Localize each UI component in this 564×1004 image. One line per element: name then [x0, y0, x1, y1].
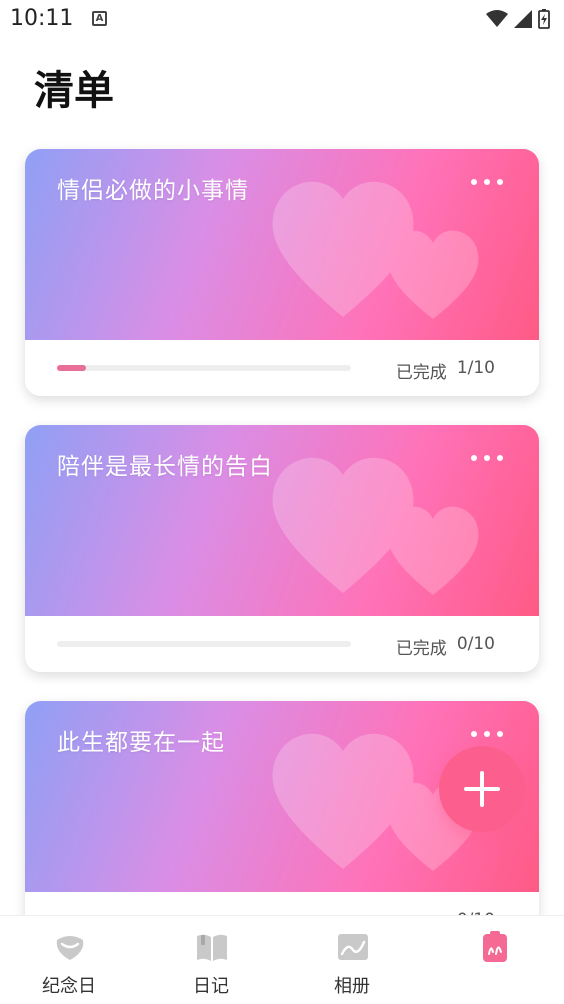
more-options-button[interactable] [471, 731, 503, 737]
add-list-button[interactable] [439, 746, 525, 832]
progress-text: 已完成 1/10 [396, 358, 495, 383]
card-title: 情侣必做的小事情 [57, 178, 249, 204]
dot-icon [484, 731, 490, 737]
nav-item-anniversary[interactable]: 纪念日 [19, 916, 119, 1004]
dot-icon [471, 731, 477, 737]
dot-icon [497, 455, 503, 461]
album-icon [338, 934, 368, 960]
progress-bar [57, 641, 351, 647]
dot-icon [471, 455, 477, 461]
screen: 10:11 A 清单 情侣必做的小事情 已完成 1/10 陪伴是最长情的告白 已… [0, 0, 564, 1004]
dot-icon [497, 179, 503, 185]
notification-icon: A [92, 11, 107, 26]
diary-icon [197, 934, 227, 961]
status-bar: 10:11 A [0, 0, 564, 40]
status-icons [486, 9, 550, 29]
nav-item-diary[interactable]: 日记 [161, 916, 261, 1004]
plus-icon [464, 771, 500, 807]
card-banner: 情侣必做的小事情 [25, 149, 539, 340]
nav-label: 日记 [193, 976, 229, 997]
progress-fill [57, 365, 87, 371]
bottom-nav: 纪念日 日记 相册 [0, 915, 564, 1004]
done-label: 已完成 [395, 363, 447, 383]
nav-label: 相册 [334, 976, 370, 997]
page-title: 清单 [34, 68, 114, 114]
dot-icon [471, 179, 477, 185]
more-options-button[interactable] [471, 455, 503, 461]
dot-icon [497, 731, 503, 737]
done-label: 已完成 [395, 639, 447, 659]
nav-item-list[interactable] [444, 916, 544, 1004]
signal-icon [514, 10, 532, 28]
done-count: 1/10 [456, 358, 495, 378]
anniversary-icon [56, 936, 84, 960]
nav-label: 纪念日 [42, 976, 96, 997]
card-footer: 已完成 0/10 [25, 616, 539, 672]
card-banner: 陪伴是最长情的告白 [25, 425, 539, 616]
list-icon [483, 931, 507, 962]
hearts-decoration-icon [272, 457, 479, 595]
card-title: 此生都要在一起 [57, 730, 225, 756]
wifi-icon [486, 10, 508, 27]
list-card[interactable]: 陪伴是最长情的告白 已完成 0/10 [25, 425, 539, 672]
battery-icon [538, 9, 550, 29]
progress-bar [57, 365, 351, 371]
more-options-button[interactable] [471, 179, 503, 185]
nav-item-album[interactable]: 相册 [302, 916, 402, 1004]
dot-icon [484, 179, 490, 185]
dot-icon [484, 455, 490, 461]
card-footer: 已完成 1/10 [25, 340, 539, 396]
status-time: 10:11 [10, 6, 74, 31]
progress-text: 已完成 0/10 [396, 634, 495, 659]
hearts-decoration-icon [272, 181, 479, 319]
done-count: 0/10 [456, 634, 495, 654]
list-card[interactable]: 情侣必做的小事情 已完成 1/10 [25, 149, 539, 396]
card-title: 陪伴是最长情的告白 [57, 454, 273, 480]
